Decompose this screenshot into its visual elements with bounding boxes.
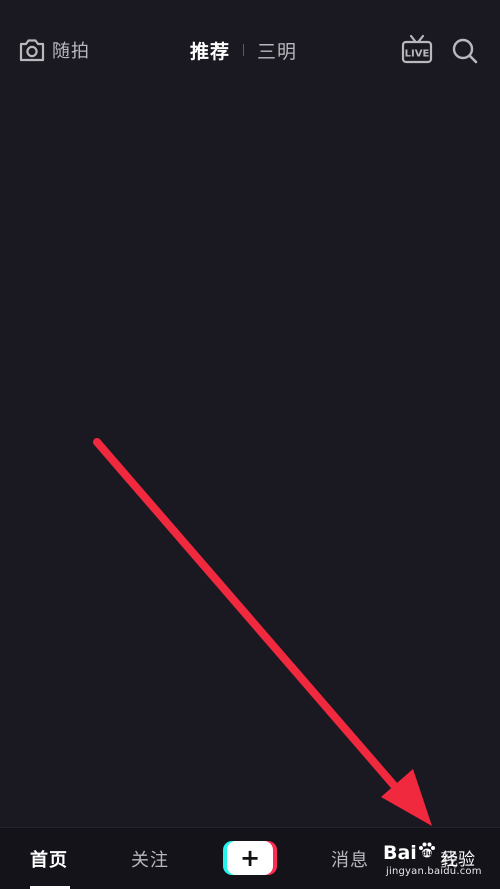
search-button[interactable] (451, 37, 479, 65)
snap-button[interactable]: 随拍 (18, 36, 90, 64)
nav-me[interactable]: 我 (440, 846, 459, 872)
video-feed[interactable] (0, 100, 500, 828)
bottom-nav: 首页 关注 + 消息 我 (0, 827, 500, 889)
feed-tabs: 推荐 三明 (190, 36, 297, 64)
live-tv-icon: LIVE (401, 34, 433, 64)
top-bar: 随拍 推荐 三明 LIVE (0, 0, 500, 100)
create-button[interactable]: + (223, 841, 277, 875)
live-label: LIVE (405, 49, 430, 60)
plus-icon: + (227, 841, 273, 875)
snap-label: 随拍 (52, 41, 90, 62)
tab-local[interactable]: 三明 (257, 37, 297, 64)
tab-recommend[interactable]: 推荐 (190, 37, 230, 64)
live-button[interactable]: LIVE (401, 34, 433, 66)
nav-home[interactable]: 首页 (30, 846, 68, 872)
nav-messages[interactable]: 消息 (331, 846, 369, 872)
nav-follow[interactable]: 关注 (131, 846, 169, 872)
camera-icon (18, 37, 46, 63)
tab-divider (243, 44, 245, 56)
search-icon (452, 38, 478, 64)
app-screen: 随拍 推荐 三明 LIVE 首页 关注 + 消息 我 Bai du 经验 jin… (0, 0, 500, 889)
